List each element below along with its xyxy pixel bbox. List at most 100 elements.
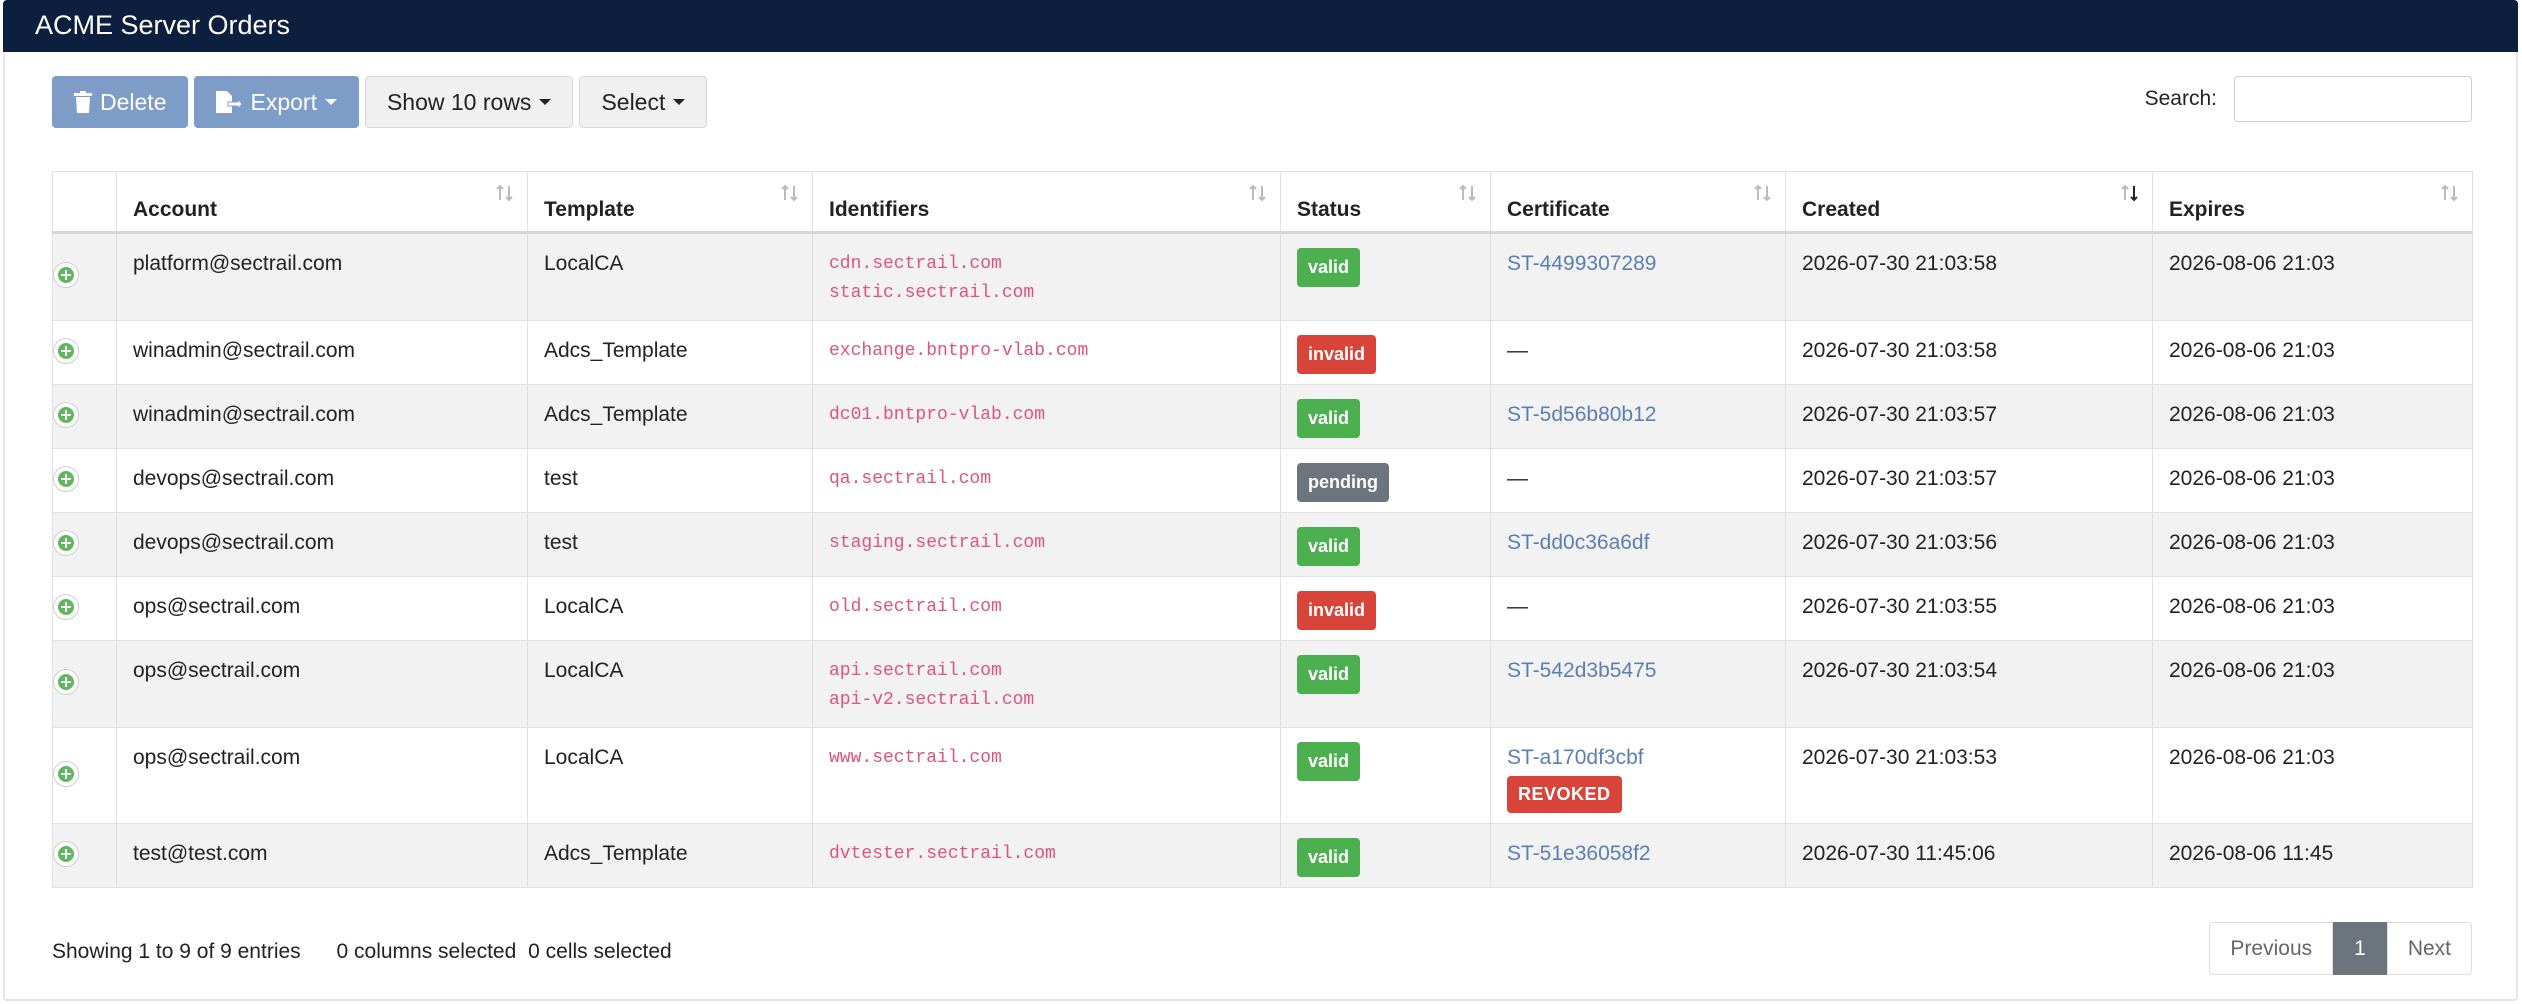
status-badge: valid (1297, 838, 1361, 877)
expand-column-header (52, 171, 117, 234)
identifier: api-v2.sectrail.com (829, 690, 1035, 710)
toolbar: Delete Export Show 10 rows Select (52, 76, 708, 128)
table-row[interactable]: ops@sectrail.com LocalCA old.sectrail.com i… (52, 576, 2473, 641)
sort-icon (1753, 184, 1773, 202)
previous-page-button[interactable]: Previous (2209, 922, 2334, 975)
template-cell: Adcs_Template (527, 823, 813, 888)
expires-cell: 2026-08-06 11:45 (2152, 823, 2473, 888)
page-title: ACME Server Orders (3, 0, 2518, 52)
table-row[interactable]: devops@sectrail.com test staging.sectrail.… (52, 512, 2473, 577)
expires-cell: 2026-08-06 21:03 (2152, 512, 2473, 577)
table-row[interactable]: winadmin@sectrail.com Adcs_Template dc01.b… (52, 384, 2473, 449)
status-cell: valid (1280, 232, 1491, 321)
export-button[interactable]: Export (194, 76, 359, 128)
identifier: dvtester.sectrail.com (829, 844, 1056, 864)
template-cell: Adcs_Template (527, 384, 813, 449)
column-header-identifiers[interactable]: Identifiers (812, 171, 1281, 234)
column-header-created[interactable]: Created (1785, 171, 2153, 234)
search-input[interactable] (2234, 76, 2472, 122)
cells-selected-info: 0 cells selected (528, 940, 672, 963)
select-label: Select (601, 88, 666, 115)
table-header-row: Account Template Identifiers Status Cert… (52, 171, 2473, 234)
identifier: staging.sectrail.com (829, 533, 1046, 553)
table-row[interactable]: ops@sectrail.com LocalCA api.sectrail.com a… (52, 640, 2473, 728)
certificate-cell: ST-4499307289 (1490, 232, 1786, 321)
template-cell: LocalCA (527, 232, 813, 321)
expires-cell: 2026-08-06 21:03 (2152, 320, 2473, 385)
column-header-certificate[interactable]: Certificate (1490, 171, 1786, 234)
certificate-link[interactable]: ST-51e36058f2 (1507, 842, 1651, 865)
delete-label: Delete (100, 88, 167, 115)
expand-row-icon[interactable] (53, 593, 79, 620)
template-cell: LocalCA (527, 727, 813, 824)
status-badge: valid (1297, 399, 1361, 438)
certificate-link[interactable]: ST-5d56b80b12 (1507, 403, 1656, 426)
column-header-template[interactable]: Template (527, 171, 813, 234)
page-1-button[interactable]: 1 (2333, 922, 2387, 975)
table-row[interactable]: platform@sectrail.com LocalCA cdn.sectrail… (52, 232, 2473, 321)
expand-row-icon[interactable] (53, 760, 79, 787)
expand-cell (52, 823, 117, 888)
status-cell: invalid (1280, 320, 1491, 385)
expand-row-icon[interactable] (53, 529, 79, 556)
sort-icon (495, 184, 515, 202)
certificate-cell: — (1490, 320, 1786, 385)
sort-icon (2440, 184, 2460, 202)
expand-cell (52, 384, 117, 449)
expand-row-icon[interactable] (53, 262, 79, 288)
column-header-expires[interactable]: Expires (2152, 171, 2473, 234)
status-cell: valid (1280, 512, 1491, 577)
certificate-cell: ST-a170df3cbf REVOKED (1490, 727, 1786, 824)
certificate-cell: ST-51e36058f2 (1490, 823, 1786, 888)
certificate-link[interactable]: ST-542d3b5475 (1507, 659, 1656, 682)
identifiers-cell: api.sectrail.com api-v2.sectrail.com (812, 640, 1281, 728)
expand-row-icon[interactable] (53, 840, 79, 867)
identifiers-cell: www.sectrail.com (812, 727, 1281, 824)
certificate-link[interactable]: ST-dd0c36a6df (1507, 531, 1649, 554)
created-cell: 2026-07-30 21:03:58 (1785, 320, 2153, 385)
identifiers-cell: exchange.bntpro-vlab.com (812, 320, 1281, 385)
expand-cell (52, 640, 117, 728)
expires-cell: 2026-08-06 21:03 (2152, 448, 2473, 513)
template-cell: Adcs_Template (527, 320, 813, 385)
columns-selected-info: 0 columns selected (336, 940, 517, 963)
status-badge: valid (1297, 655, 1361, 694)
status-badge: invalid (1297, 335, 1377, 374)
identifiers-cell: dc01.bntpro-vlab.com (812, 384, 1281, 449)
status-cell: valid (1280, 727, 1491, 824)
sort-desc-icon (2120, 184, 2140, 202)
account-cell: devops@sectrail.com (116, 512, 528, 577)
show-rows-label: Show 10 rows (386, 88, 532, 115)
select-dropdown[interactable]: Select (579, 76, 708, 128)
next-page-button[interactable]: Next (2386, 922, 2472, 975)
expires-cell: 2026-08-06 21:03 (2152, 232, 2473, 321)
status-badge: valid (1297, 527, 1361, 566)
created-cell: 2026-07-30 21:03:54 (1785, 640, 2153, 728)
entries-info: Showing 1 to 9 of 9 entries (52, 940, 301, 963)
show-rows-dropdown[interactable]: Show 10 rows (364, 76, 574, 128)
export-label: Export (250, 88, 317, 115)
expand-row-icon[interactable] (53, 465, 79, 492)
status-cell: valid (1280, 640, 1491, 728)
search-label: Search: (2144, 87, 2217, 110)
table-row[interactable]: test@test.com Adcs_Template dvtester.sectr… (52, 823, 2473, 888)
created-cell: 2026-07-30 21:03:57 (1785, 384, 2153, 449)
column-header-status[interactable]: Status (1280, 171, 1491, 234)
expand-row-icon[interactable] (53, 337, 79, 364)
trash-icon (74, 91, 92, 113)
delete-button[interactable]: Delete (52, 76, 189, 128)
search-box: Search: (2145, 76, 2472, 122)
status-cell: pending (1280, 448, 1491, 513)
created-cell: 2026-07-30 21:03:57 (1785, 448, 2153, 513)
table-row[interactable]: winadmin@sectrail.com Adcs_Template exchan… (52, 320, 2473, 385)
identifier: old.sectrail.com (829, 597, 1002, 617)
table-info: Showing 1 to 9 of 9 entries 0 columns se… (52, 940, 672, 964)
certificate-link[interactable]: ST-a170df3cbf (1507, 746, 1644, 769)
table-row[interactable]: ops@sectrail.com LocalCA www.sectrail.com v… (52, 727, 2473, 824)
certificate-link[interactable]: ST-4499307289 (1507, 252, 1656, 275)
column-header-account[interactable]: Account (116, 171, 528, 234)
expand-row-icon[interactable] (53, 669, 79, 695)
table-row[interactable]: devops@sectrail.com test qa.sectrail.com pe… (52, 448, 2473, 513)
expand-row-icon[interactable] (53, 401, 79, 428)
expand-cell (52, 320, 117, 385)
